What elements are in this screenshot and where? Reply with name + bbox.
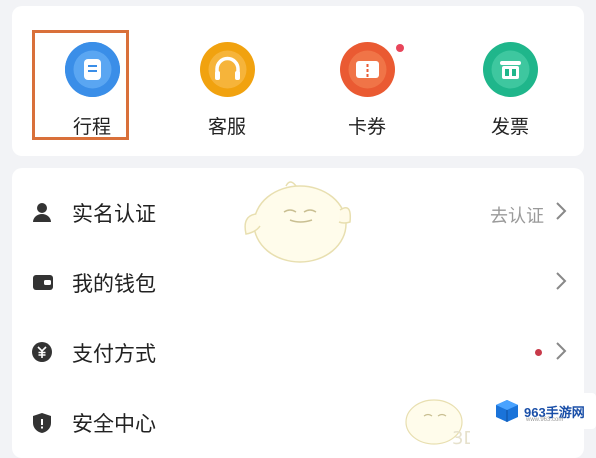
user-icon (32, 202, 52, 222)
shortcut-label: 客服 (207, 116, 246, 138)
menu-item-label: 支付方式 (72, 342, 156, 366)
shortcut-coupon[interactable]: 卡券 (312, 20, 422, 140)
chevron-right-icon (554, 200, 568, 222)
menu-item-verification[interactable]: 实名认证 去认证 (12, 176, 584, 246)
menu-item-value: 去认证 (490, 206, 544, 227)
wallet-icon (32, 272, 53, 292)
invoice-icon (483, 42, 538, 97)
highlight-frame (32, 30, 129, 140)
payment-icon (32, 342, 52, 362)
notification-dot (535, 349, 542, 356)
cube-logo-icon (496, 400, 518, 422)
coupon-icon (340, 42, 395, 97)
shortcut-label: 发票 (490, 116, 529, 138)
shortcut-service[interactable]: 客服 (172, 20, 282, 140)
menu-item-label: 实名认证 (72, 202, 156, 226)
chevron-right-icon (554, 270, 568, 292)
menu-item-payment[interactable]: 支付方式 (12, 316, 584, 386)
chevron-right-icon (554, 340, 568, 362)
shortcut-invoice[interactable]: 发票 (455, 20, 565, 140)
shield-icon (32, 412, 52, 433)
menu-item-label: 我的钱包 (72, 272, 156, 296)
coupon-badge (396, 44, 404, 52)
site-watermark: 963手游网 www.963.com (490, 393, 596, 429)
menu-item-wallet[interactable]: 我的钱包 (12, 246, 584, 316)
watermark-subtext: www.963.com (526, 417, 564, 423)
shortcut-label: 卡券 (347, 116, 386, 138)
menu-item-label: 安全中心 (72, 412, 156, 436)
headset-icon (200, 42, 255, 97)
